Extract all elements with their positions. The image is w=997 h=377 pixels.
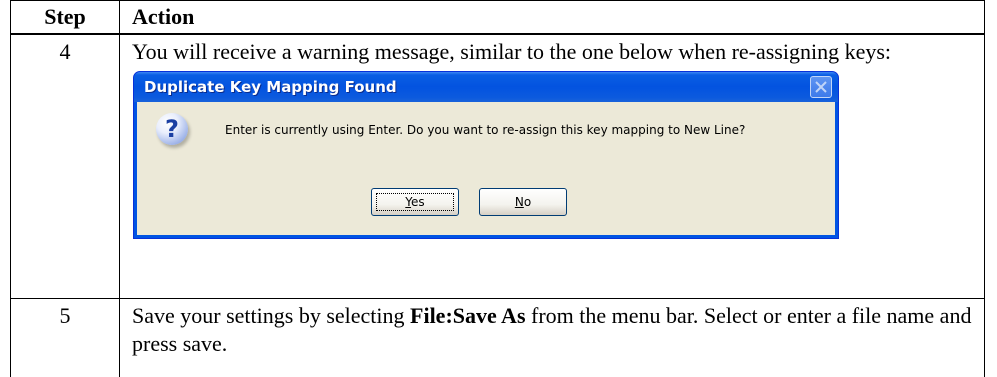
step-number: 5 (10, 298, 120, 377)
action-cell: You will receive a warning message, simi… (119, 33, 985, 299)
action-text: You will receive a warning message, simi… (132, 38, 892, 64)
step-column-header: Step (10, 0, 120, 35)
table-header-row: Step Action (10, 0, 985, 35)
step-number: 4 (10, 33, 120, 299)
question-icon: ? (156, 112, 188, 145)
no-button-label: No (514, 194, 532, 209)
table-row: 4 You will receive a warning message, si… (10, 33, 985, 299)
dialog-titlebar: Duplicate Key Mapping Found (134, 71, 838, 102)
yes-button[interactable]: Yes (371, 187, 459, 216)
focus-rectangle (376, 192, 454, 211)
action-text-start: Save your settings by selecting (132, 303, 411, 328)
dialog-body: ? Enter is currently using Enter. Do you… (137, 101, 835, 235)
procedure-table: Step Action 4 You will receive a warning… (10, 0, 985, 377)
action-cell: Save your settings by selecting File:Sav… (119, 298, 985, 377)
close-icon (815, 80, 827, 93)
close-button[interactable] (810, 75, 832, 98)
menu-path: File:Save As (410, 303, 526, 328)
dialog-title: Duplicate Key Mapping Found (144, 77, 397, 96)
table-row: 5 Save your settings by selecting File:S… (10, 298, 985, 377)
warning-dialog: Duplicate Key Mapping Found ? Enter is c… (133, 70, 839, 239)
action-column-header: Action (119, 0, 985, 35)
no-button[interactable]: No (479, 187, 567, 216)
dialog-message: Enter is currently using Enter. Do you w… (225, 122, 746, 137)
